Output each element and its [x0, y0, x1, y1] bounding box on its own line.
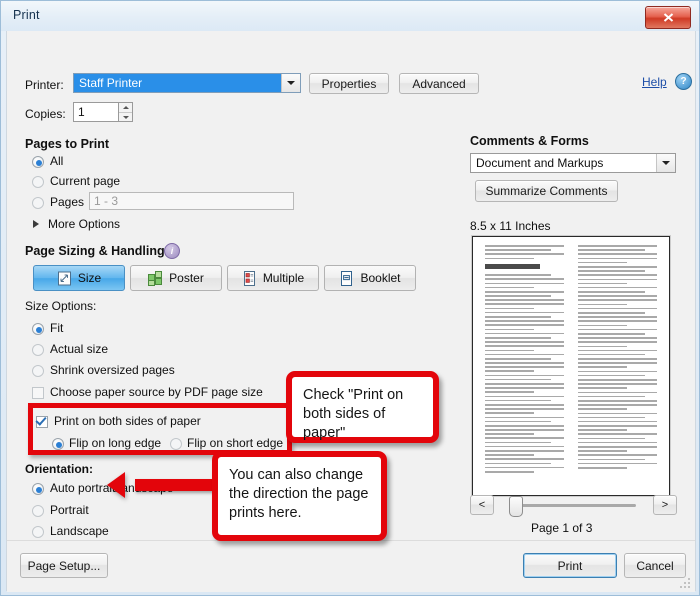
radio-landscape-label: Landscape — [50, 524, 109, 538]
comments-forms-value: Document and Markups — [476, 156, 604, 170]
page-sizing-heading: Page Sizing & Handling — [25, 244, 165, 258]
radio-actual-size-label: Actual size — [50, 342, 109, 356]
radio-pages-all[interactable] — [32, 156, 44, 168]
radio-shrink-oversized-label: Shrink oversized pages — [50, 363, 175, 377]
radio-pages-range[interactable] — [32, 197, 44, 209]
dialog-client-area: Help ? Printer: Staff Printer Properties… — [6, 31, 696, 592]
annotation-arrow-shaft — [135, 479, 217, 491]
checkbox-paper-source-label: Choose paper source by PDF page size — [50, 385, 263, 399]
resize-grip[interactable] — [680, 578, 692, 590]
properties-button[interactable]: Properties — [309, 73, 389, 94]
comments-forms-arrow[interactable] — [656, 154, 675, 172]
prev-page-button[interactable]: < — [470, 495, 494, 515]
orientation-heading: Orientation: — [25, 462, 93, 476]
printer-select-arrow[interactable] — [281, 74, 300, 92]
annotation-highlight-duplex — [28, 403, 292, 455]
pages-range-input[interactable]: 1 - 3 — [89, 192, 294, 210]
summarize-comments-button[interactable]: Summarize Comments — [475, 180, 618, 202]
tile-poster-label: Poster — [169, 271, 204, 285]
annotation-callout-duplex: Check "Print on both sides of paper" — [286, 371, 439, 443]
radio-shrink-oversized[interactable] — [32, 365, 44, 377]
dialog-footer: Page Setup... Print Cancel — [7, 540, 695, 592]
radio-portrait[interactable] — [32, 505, 44, 517]
next-page-button[interactable]: > — [653, 495, 677, 515]
radio-current-page-label: Current page — [50, 174, 121, 188]
more-options-link[interactable]: More Options — [48, 217, 120, 231]
page-setup-button[interactable]: Page Setup... — [20, 553, 108, 578]
chevron-down-icon — [662, 161, 670, 165]
info-icon[interactable]: i — [164, 243, 180, 259]
paper-size-label: 8.5 x 11 Inches — [470, 219, 551, 233]
cancel-button[interactable]: Cancel — [624, 553, 686, 578]
page-preview-content — [481, 245, 661, 487]
radio-portrait-label: Portrait — [50, 503, 89, 517]
size-icon — [57, 271, 72, 286]
poster-icon — [148, 270, 163, 286]
radio-auto-orientation[interactable] — [32, 483, 44, 495]
page-preview[interactable] — [472, 236, 670, 496]
multiple-icon — [242, 270, 257, 286]
print-dialog-window: Print Help ? Printer: Staff Printer Prop… — [0, 0, 700, 596]
close-icon — [663, 13, 673, 22]
checkbox-paper-source[interactable] — [32, 387, 44, 399]
radio-current-page[interactable] — [32, 176, 44, 188]
page-slider-track[interactable] — [511, 504, 636, 507]
tile-multiple[interactable]: Multiple — [227, 265, 319, 291]
copies-stepper-up[interactable] — [119, 103, 132, 113]
copies-input[interactable]: 1 — [73, 102, 119, 122]
copies-stepper-down[interactable] — [119, 113, 132, 122]
tile-size-label: Size — [77, 271, 102, 285]
radio-actual-size[interactable] — [32, 344, 44, 356]
tile-booklet[interactable]: Booklet — [324, 265, 416, 291]
triangle-down-icon — [122, 116, 129, 119]
copies-label: Copies: — [25, 107, 66, 121]
dialog-body: Help ? Printer: Staff Printer Properties… — [7, 31, 695, 556]
page-slider-thumb[interactable] — [509, 496, 523, 517]
pages-to-print-heading: Pages to Print — [25, 137, 110, 151]
printer-label: Printer: — [25, 78, 64, 92]
triangle-up-icon — [122, 106, 129, 109]
size-options-label: Size Options: — [25, 299, 97, 313]
title-bar: Print — [1, 1, 699, 31]
radio-pages-all-label: All — [50, 154, 64, 168]
tile-size[interactable]: Size — [33, 265, 125, 291]
copies-stepper[interactable] — [119, 102, 133, 122]
close-button[interactable] — [645, 6, 691, 29]
print-button[interactable]: Print — [523, 553, 617, 578]
window-title: Print — [13, 8, 40, 22]
printer-select-value: Staff Printer — [74, 74, 281, 92]
radio-landscape[interactable] — [32, 526, 44, 538]
radio-fit-label: Fit — [50, 321, 64, 335]
tile-multiple-label: Multiple — [262, 271, 305, 285]
comments-forms-heading: Comments & Forms — [470, 134, 589, 148]
advanced-button[interactable]: Advanced — [399, 73, 479, 94]
page-status-label: Page 1 of 3 — [531, 521, 593, 535]
chevron-right-icon[interactable] — [33, 220, 39, 228]
radio-pages-range-label: Pages — [50, 195, 85, 209]
chevron-down-icon — [287, 81, 295, 85]
booklet-icon — [339, 270, 354, 286]
annotation-callout-orientation: You can also change the direction the pa… — [212, 451, 387, 541]
annotation-arrow-head — [107, 472, 125, 498]
printer-select[interactable]: Staff Printer — [73, 73, 301, 93]
help-link[interactable]: Help — [642, 75, 667, 89]
comments-forms-select[interactable]: Document and Markups — [470, 153, 676, 173]
tile-poster[interactable]: Poster — [130, 265, 222, 291]
radio-fit[interactable] — [32, 323, 44, 335]
help-question-icon[interactable]: ? — [675, 73, 692, 90]
tile-booklet-label: Booklet — [360, 271, 401, 285]
